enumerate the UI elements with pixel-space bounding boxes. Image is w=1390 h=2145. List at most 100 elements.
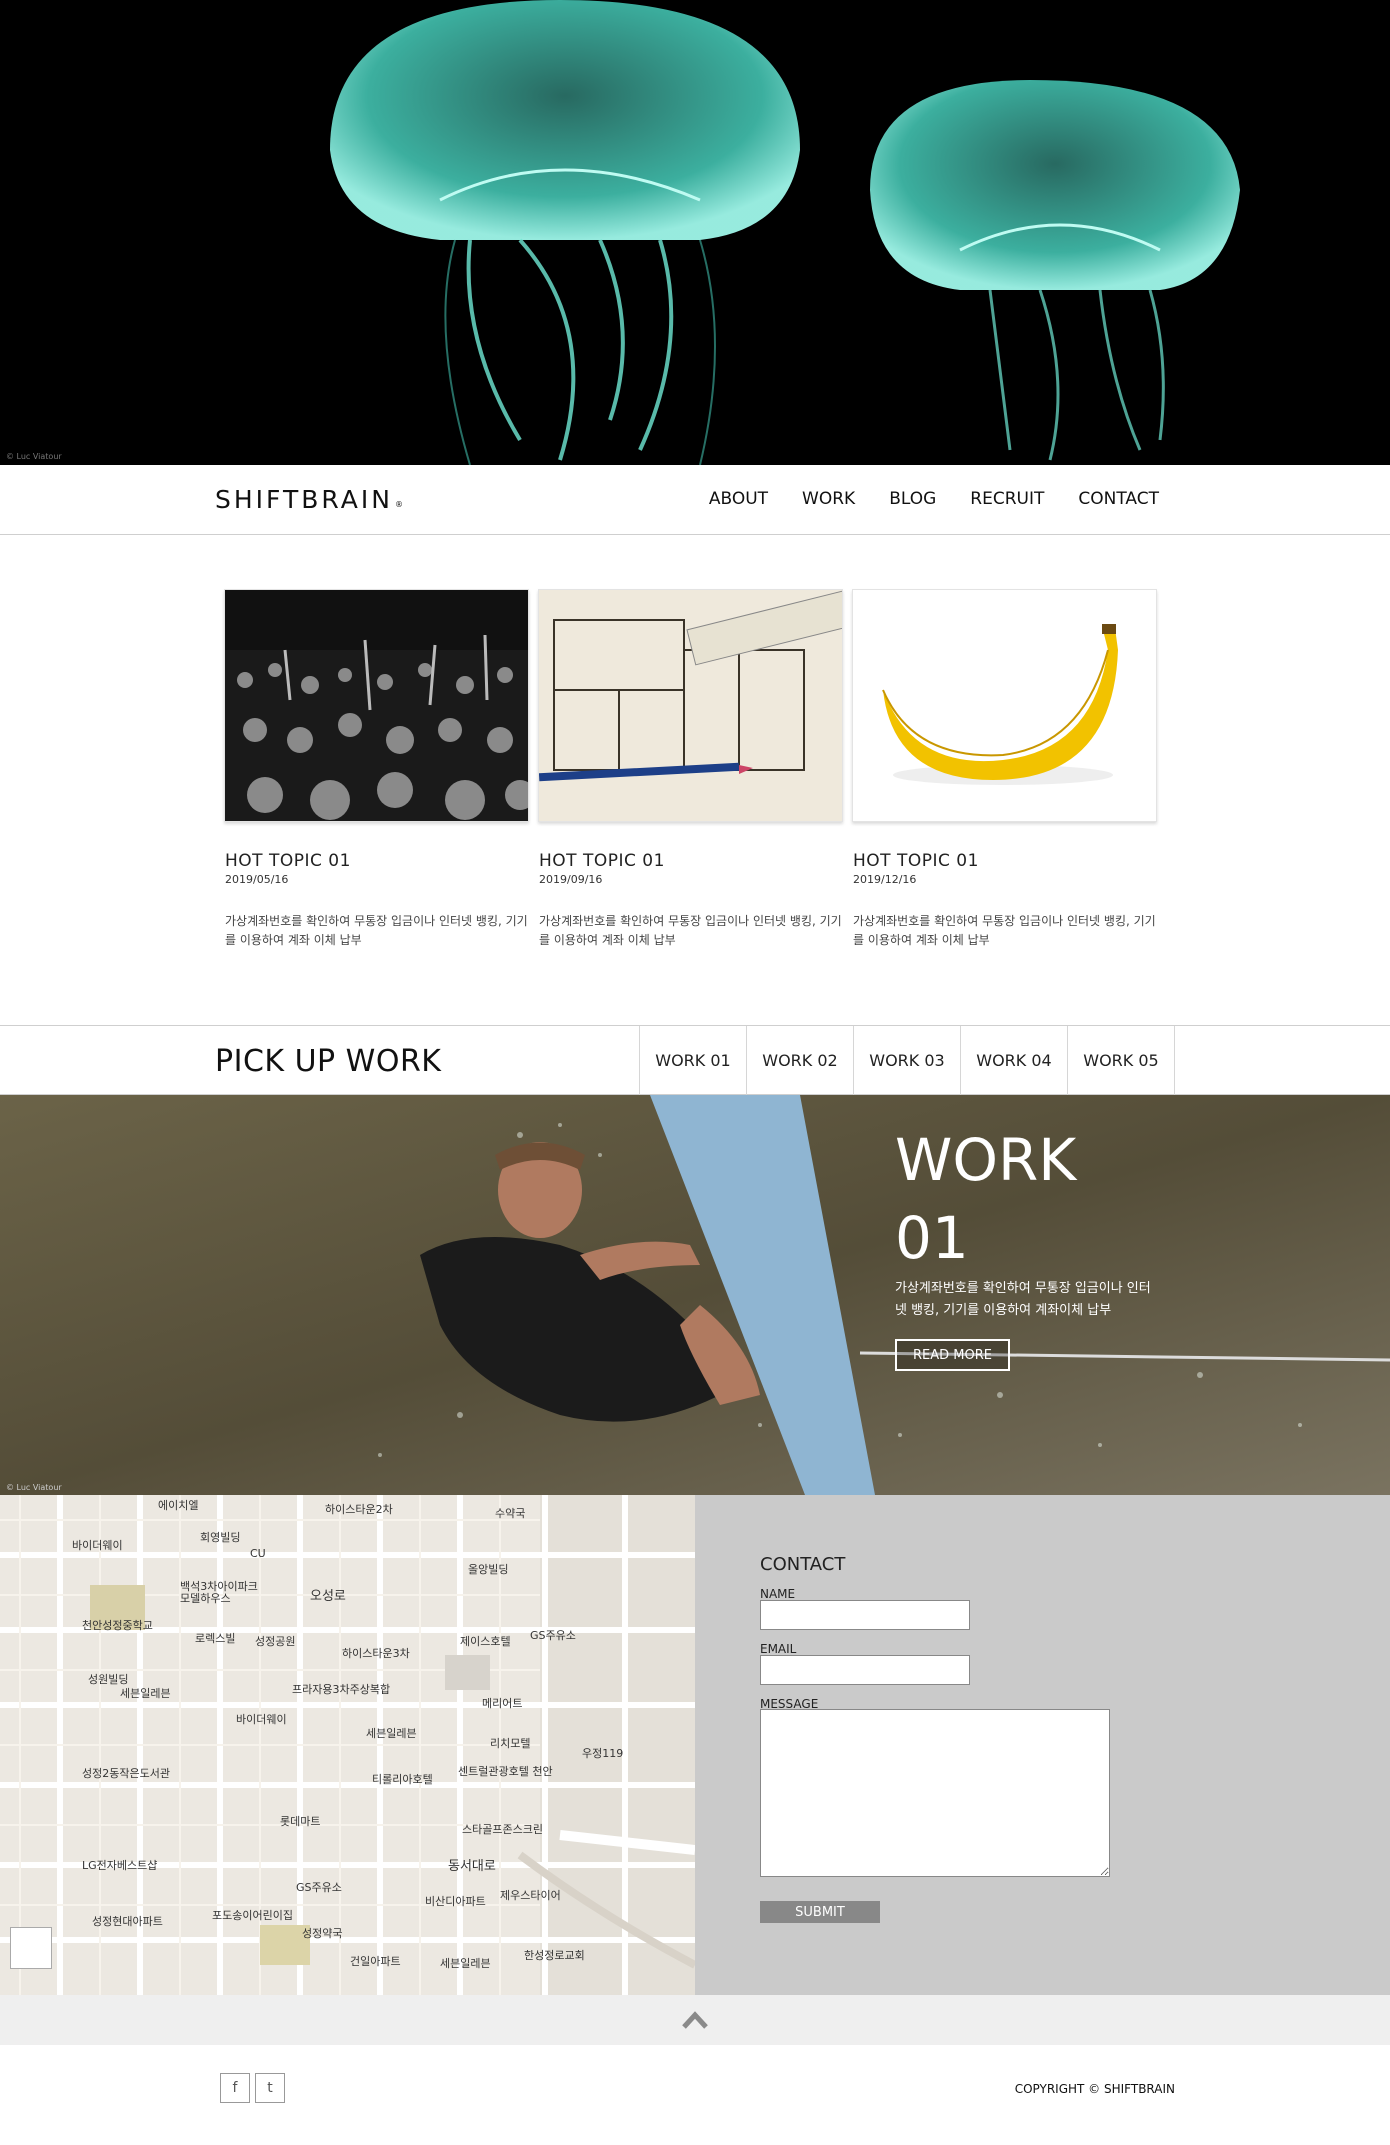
map-label: 롯데마트 [280, 1815, 321, 1828]
tab-work-04[interactable]: WORK 04 [961, 1026, 1068, 1095]
map-label: 우정119 [582, 1747, 624, 1760]
topic-card[interactable]: HOT TOPIC 01 2019/09/16 가상계좌번호를 확인하여 무통장… [538, 589, 843, 947]
topic-image-blueprint[interactable] [538, 589, 843, 822]
map-label: 백석3차아이파크모델하우스 [180, 1580, 258, 1605]
crowd-photo [225, 590, 528, 821]
nav-about[interactable]: ABOUT [709, 489, 768, 509]
map-label: 올앙빌딩 [468, 1563, 509, 1576]
map-label: 제이스호텔 [460, 1635, 511, 1648]
tab-work-03[interactable]: WORK 03 [854, 1026, 961, 1095]
map-label: 성정약국 [302, 1927, 343, 1940]
topic-date: 2019/05/16 [225, 873, 289, 886]
map-label: 오성로 [310, 1589, 346, 1604]
topic-card[interactable]: HOT TOPIC 01 2019/05/16 가상계좌번호를 확인하여 무통장… [224, 589, 529, 947]
work-desc: 가상계좌번호를 확인하여 무통장 입금이나 인터넷 뱅킹, 기기를 이용하여 계… [895, 1281, 1151, 1318]
site-footer: f t COPYRIGHT © SHIFTBRAIN [0, 2045, 1390, 2145]
contact-section: CONTACT NAME EMAIL MESSAGE SUBMIT [695, 1495, 1390, 1995]
facebook-icon[interactable]: f [220, 2073, 250, 2103]
chevron-up-icon[interactable] [682, 2011, 708, 2029]
site-logo[interactable]: SHIFTBRAIN ® [215, 485, 403, 514]
map-label: 천안성정중학교 [82, 1619, 153, 1632]
map-label: 포도송이어린이집 [212, 1909, 293, 1922]
topic-desc: 가상계좌번호를 확인하여 무통장 입금이나 인터넷 뱅킹, 기기를 이용하여 계… [225, 914, 528, 947]
map-label: 세븐일레븐 [440, 1957, 491, 1970]
map-label: 메리어트 [482, 1697, 523, 1710]
map-label: 하이스타운2차 [325, 1503, 393, 1516]
map-label: GS주유소 [530, 1629, 576, 1642]
twitter-icon[interactable]: t [255, 2073, 285, 2103]
map-label: GS주유소 [296, 1881, 342, 1894]
topics-section: HOT TOPIC 01 2019/05/16 가상계좌번호를 확인하여 무통장… [224, 589, 1158, 949]
work-tabs: WORK 01 WORK 02 WORK 03 WORK 04 WORK 05 [639, 1026, 1175, 1095]
topic-title[interactable]: HOT TOPIC 01 [225, 851, 351, 871]
map-zoom-control[interactable] [10, 1927, 52, 1969]
map-label: 동서대로 [448, 1859, 496, 1874]
hero-image: © Luc Viatour [0, 0, 1390, 465]
map-label: 바이더웨이 [236, 1713, 287, 1726]
logo-mark: ® [394, 500, 403, 509]
jellyfish-illustration [0, 0, 1390, 465]
topic-date: 2019/09/16 [539, 873, 603, 886]
nav-recruit[interactable]: RECRUIT [970, 489, 1044, 509]
submit-button[interactable]: SUBMIT [760, 1901, 880, 1923]
work-banner: WORK 01 가상계좌번호를 확인하여 무통장 입금이나 인터넷 뱅킹, 기기… [0, 1095, 1390, 1495]
map-label: 스타골프존스크린 [462, 1823, 543, 1836]
email-field[interactable] [760, 1655, 970, 1685]
main-nav: ABOUT WORK BLOG RECRUIT CONTACT [675, 489, 1159, 509]
topic-card[interactable]: HOT TOPIC 01 2019/12/16 가상계좌번호를 확인하여 무통장… [852, 589, 1157, 947]
hero-credit: © Luc Viatour [6, 452, 62, 461]
map-label: 수약국 [495, 1507, 526, 1520]
site-header: SHIFTBRAIN ® ABOUT WORK BLOG RECRUIT CONT… [0, 465, 1390, 535]
tab-work-05[interactable]: WORK 05 [1068, 1026, 1175, 1095]
map-label: CU [250, 1547, 266, 1560]
map-label: 리치모텔 [490, 1737, 531, 1750]
map-label: 성정공원 [255, 1635, 296, 1648]
back-to-top-bar [0, 1995, 1390, 2045]
name-label: NAME [760, 1587, 796, 1601]
topic-image-banana[interactable] [852, 589, 1157, 822]
copyright-text: COPYRIGHT © SHIFTBRAIN [1014, 2082, 1175, 2096]
map-label: 비산디아파트 [425, 1895, 486, 1908]
map-label: 로렉스빌 [195, 1632, 236, 1645]
map-label: 건일아파트 [350, 1955, 401, 1968]
email-label: EMAIL [760, 1642, 797, 1656]
tab-work-02[interactable]: WORK 02 [747, 1026, 854, 1095]
tab-work-01[interactable]: WORK 01 [640, 1026, 747, 1095]
logo-text: SHIFTBRAIN [215, 485, 393, 514]
map-label: 바이더웨이 [72, 1539, 123, 1552]
map-label: 세븐일레븐 [366, 1727, 417, 1740]
wakeboarder-photo [0, 1095, 1390, 1495]
read-more-button[interactable]: READ MORE [895, 1339, 1010, 1371]
nav-contact[interactable]: CONTACT [1078, 489, 1159, 509]
nav-blog[interactable]: BLOG [889, 489, 936, 509]
topic-title[interactable]: HOT TOPIC 01 [853, 851, 979, 871]
map-label: 센트럴관광호텔 천안 [458, 1765, 553, 1778]
blueprint-photo [539, 590, 842, 821]
map-label: 한성정로교회 [524, 1949, 585, 1962]
nav-work[interactable]: WORK [802, 489, 855, 509]
topic-desc: 가상계좌번호를 확인하여 무통장 입금이나 인터넷 뱅킹, 기기를 이용하여 계… [539, 914, 842, 947]
map-label: 제우스타이어 [500, 1889, 561, 1902]
map-label: 성정현대아파트 [92, 1915, 163, 1928]
map-label: 프라자용3차주상복합 [292, 1683, 391, 1696]
map-label: 하이스타운3차 [342, 1647, 410, 1660]
map-label: LG전자베스트샵 [82, 1859, 158, 1872]
topic-desc: 가상계좌번호를 확인하여 무통장 입금이나 인터넷 뱅킹, 기기를 이용하여 계… [853, 914, 1156, 947]
topic-image-crowd[interactable] [224, 589, 529, 822]
topic-date: 2019/12/16 [853, 873, 917, 886]
contact-title: CONTACT [760, 1554, 846, 1575]
message-field[interactable] [760, 1709, 1110, 1877]
banana-photo [853, 590, 1156, 821]
topic-title[interactable]: HOT TOPIC 01 [539, 851, 665, 871]
pickup-title: PICK UP WORK [215, 1044, 442, 1079]
map-label: 티롤리아호텔 [372, 1773, 433, 1786]
map-label: 회영빌딩 [200, 1531, 241, 1544]
name-field[interactable] [760, 1600, 970, 1630]
map-label: 에이치엘 [158, 1499, 199, 1512]
work-credit: © Luc Viatour [6, 1483, 62, 1492]
pickup-bar: PICK UP WORK WORK 01 WORK 02 WORK 03 WOR… [0, 1025, 1390, 1095]
work-title: WORK 01 [895, 1126, 1077, 1272]
map-label: 세븐일레븐 [120, 1687, 171, 1700]
map-label: 성정2동작은도서관 [82, 1767, 170, 1780]
map[interactable]: 에이치엘 하이스타운2차 수약국 바이더웨이 회영빌딩 CU 올앙빌딩 오성로 … [0, 1495, 695, 1995]
